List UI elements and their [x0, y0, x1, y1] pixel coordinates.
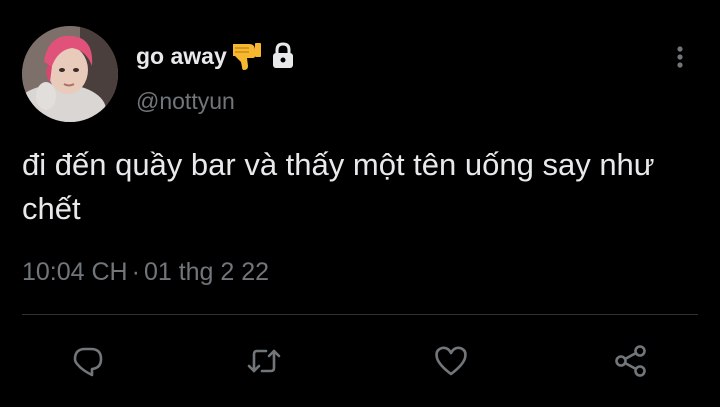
display-name-text: go away — [136, 42, 227, 69]
vertical-ellipsis-icon[interactable] — [672, 43, 688, 71]
share-button[interactable] — [611, 341, 651, 381]
like-icon — [433, 344, 469, 378]
tweet-text: đi đến quầy bar và thấy một tên uống say… — [22, 147, 655, 226]
tweet-card: go away @nottyun đi đến quầy bar và thấy… — [0, 0, 720, 407]
retweet-icon — [246, 344, 282, 378]
like-button[interactable] — [431, 341, 471, 381]
user-handle[interactable]: @nottyun — [136, 88, 235, 115]
thumbs-down-emoji-icon — [229, 40, 263, 72]
lock-icon — [271, 42, 295, 70]
tweet-timestamp[interactable]: 10:04 CH · 01 thg 2 22 — [22, 258, 269, 287]
divider — [22, 314, 698, 315]
share-icon — [613, 344, 649, 378]
avatar[interactable] — [22, 26, 118, 122]
display-name[interactable]: go away — [136, 40, 295, 72]
retweet-button[interactable] — [244, 341, 284, 381]
meta-separator: · — [131, 258, 140, 286]
reply-icon — [71, 344, 105, 378]
reply-button[interactable] — [68, 341, 108, 381]
tweet-time: 10:04 CH — [22, 258, 128, 286]
tweet-date: 01 thg 2 22 — [143, 258, 270, 286]
